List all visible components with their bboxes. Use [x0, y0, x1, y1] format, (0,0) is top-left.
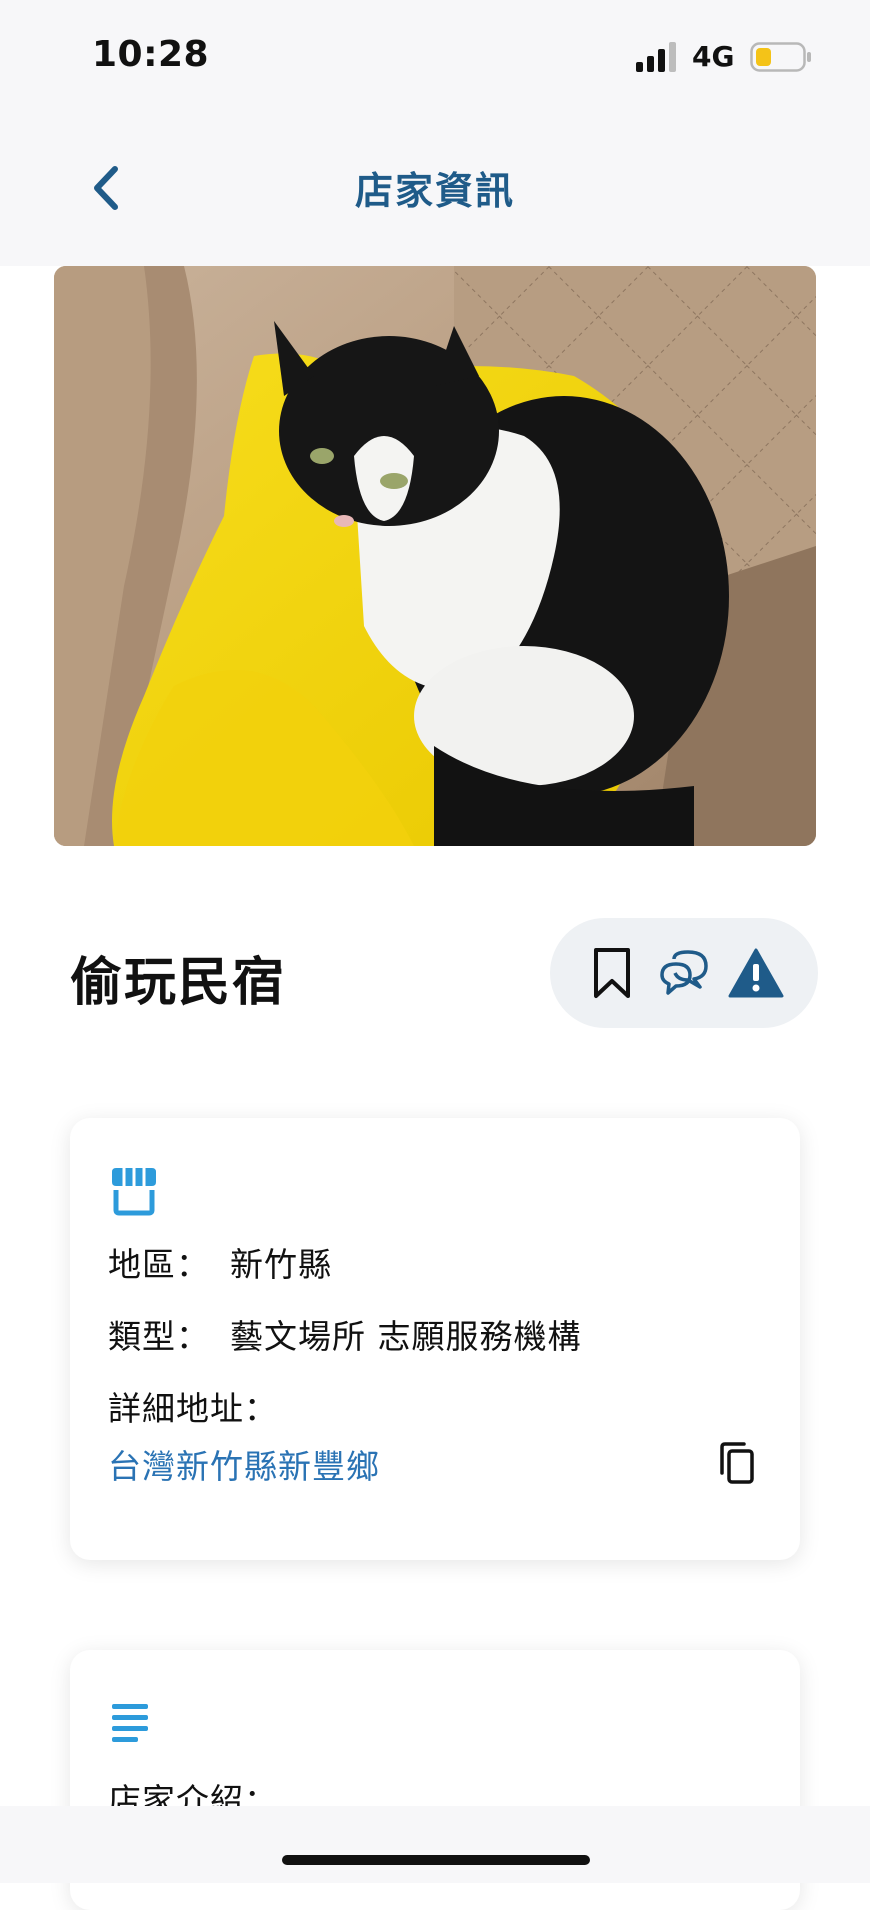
shop-name: 偷玩民宿: [70, 953, 287, 1013]
list-lines-icon: [112, 1704, 148, 1742]
shop-photo: [54, 266, 816, 846]
battery-icon: [750, 42, 811, 72]
type-value: 藝文場所 志願服務機構: [230, 1317, 582, 1356]
copy-icon: [720, 1442, 754, 1484]
copy-address-button[interactable]: [710, 1436, 762, 1490]
chat-button[interactable]: [654, 943, 714, 1003]
home-indicator-bar: [0, 1806, 870, 1883]
address-label: 詳細地址：: [108, 1389, 278, 1428]
chat-bubbles-icon: [660, 950, 708, 995]
shop-info-card: 地區： 新竹縣 類型： 藝文場所 志願服務機構 詳細地址： 台灣新竹縣新豐鄉: [70, 1118, 800, 1560]
cat-photo-image: [54, 266, 816, 846]
region-label: 地區：: [108, 1245, 210, 1284]
type-row: 類型： 藝文場所 志願服務機構: [108, 1310, 582, 1358]
nav-bar: 店家資訊: [0, 110, 870, 266]
signal-icon: [636, 42, 676, 72]
region-value: 新竹縣: [230, 1245, 332, 1284]
status-bar: 10:28 4G: [0, 0, 870, 110]
bookmark-icon: [594, 948, 630, 998]
action-bar: [550, 918, 818, 1028]
page-title: 店家資訊: [354, 169, 515, 213]
report-button[interactable]: [726, 943, 786, 1003]
bookmark-button[interactable]: [582, 943, 642, 1003]
status-time: 10:28: [92, 34, 210, 75]
home-indicator[interactable]: [282, 1855, 590, 1865]
type-label: 類型：: [108, 1317, 210, 1356]
region-row: 地區： 新竹縣: [108, 1238, 332, 1286]
warning-icon: [728, 948, 784, 998]
address-link[interactable]: 台灣新竹縣新豐鄉: [108, 1440, 380, 1488]
network-label: 4G: [692, 40, 735, 73]
storefront-icon: [112, 1168, 156, 1216]
